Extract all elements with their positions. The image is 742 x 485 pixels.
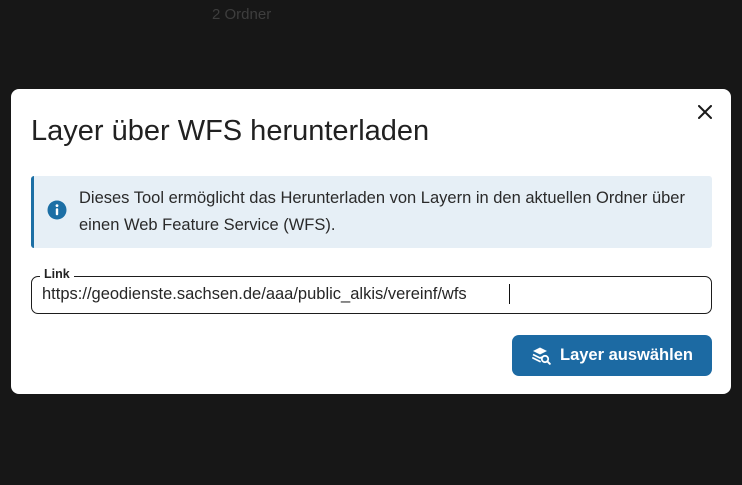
layer-search-icon xyxy=(531,346,551,366)
link-input-area[interactable] xyxy=(32,277,711,313)
background-folder-label: 2 Ordner xyxy=(212,6,272,23)
info-text: Dieses Tool ermöglicht das Herunterladen… xyxy=(79,189,685,234)
link-field: Link xyxy=(31,267,712,314)
link-input[interactable] xyxy=(42,284,702,304)
info-icon xyxy=(47,200,67,220)
text-caret xyxy=(509,284,510,304)
dialog-title: Layer über WFS herunterladen xyxy=(31,115,430,147)
info-banner: Dieses Tool ermöglicht das Herunterladen… xyxy=(31,176,712,248)
close-icon xyxy=(698,104,712,124)
wfs-download-dialog: Layer über WFS herunterladen Dieses Tool… xyxy=(11,89,731,394)
close-button[interactable] xyxy=(693,102,717,126)
select-layer-button-label: Layer auswählen xyxy=(560,346,693,364)
select-layer-button[interactable]: Layer auswählen xyxy=(512,335,712,376)
